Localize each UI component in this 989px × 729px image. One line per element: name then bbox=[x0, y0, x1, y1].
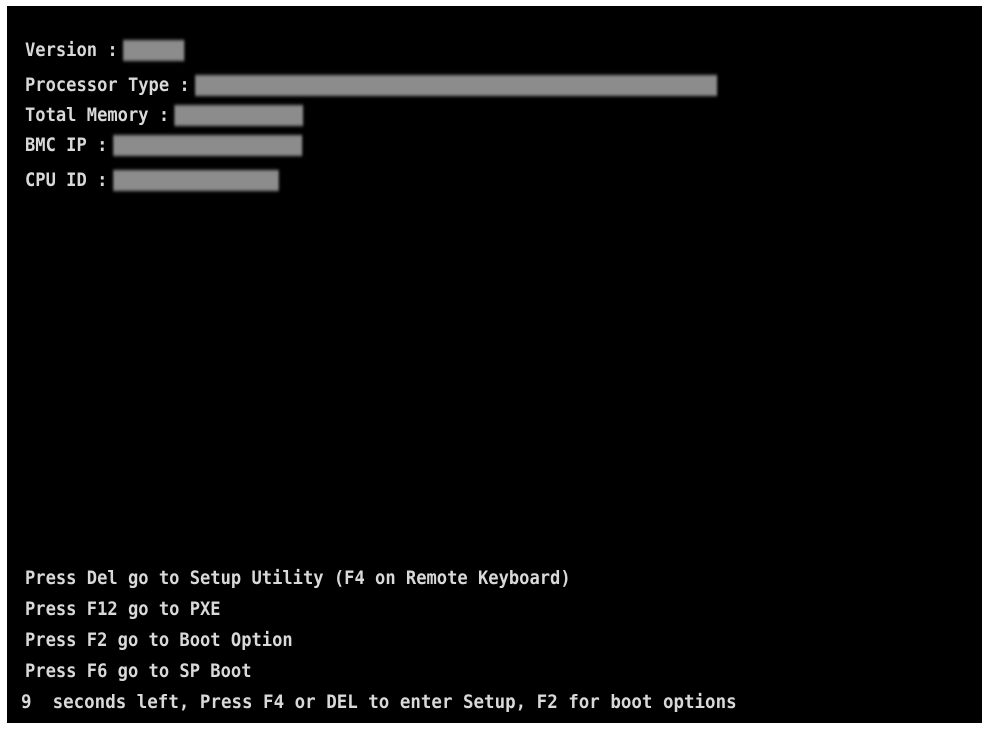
bmc-ip-line: BMC IP : bbox=[25, 132, 302, 158]
version-line: Version : bbox=[25, 37, 185, 63]
processor-type-value-redacted bbox=[195, 74, 718, 96]
countdown-message: 9 seconds left, Press F4 or DEL to enter… bbox=[21, 691, 737, 713]
cpu-id-value-redacted bbox=[112, 169, 279, 191]
total-memory-value-redacted bbox=[174, 104, 304, 126]
bmc-ip-value-redacted bbox=[112, 134, 302, 156]
version-label: Version : bbox=[25, 39, 118, 61]
sp-boot-prompt: Press F6 go to SP Boot bbox=[25, 660, 252, 682]
version-value-redacted bbox=[123, 39, 185, 61]
processor-type-line: Processor Type : bbox=[25, 72, 718, 98]
cpu-id-line: CPU ID : bbox=[25, 167, 279, 193]
processor-type-label: Processor Type : bbox=[25, 74, 190, 96]
bios-post-screen: Version : Processor Type : Total Memory … bbox=[7, 6, 982, 723]
total-memory-line: Total Memory : bbox=[25, 102, 304, 128]
total-memory-label: Total Memory : bbox=[25, 104, 170, 126]
pxe-prompt: Press F12 go to PXE bbox=[25, 598, 221, 620]
boot-option-prompt: Press F2 go to Boot Option bbox=[25, 629, 293, 651]
cpu-id-label: CPU ID : bbox=[25, 169, 108, 191]
bmc-ip-label: BMC IP : bbox=[25, 134, 108, 156]
setup-utility-prompt: Press Del go to Setup Utility (F4 on Rem… bbox=[25, 567, 571, 589]
